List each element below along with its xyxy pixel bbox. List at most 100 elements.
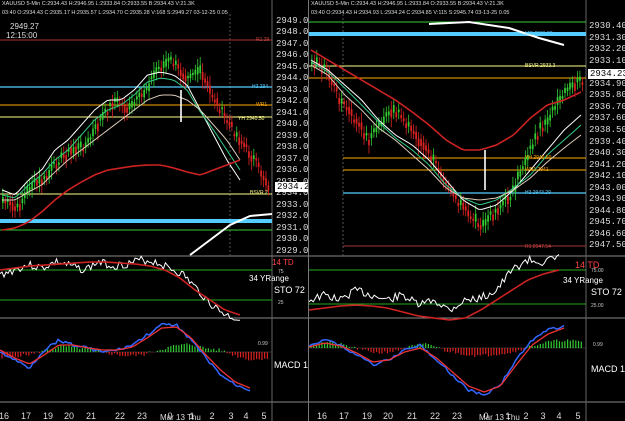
candle-body [340, 98, 343, 104]
candle-body [529, 145, 532, 149]
right-price-tick: 2933.10 [589, 56, 625, 66]
left-price-tick: 2933.0 [276, 200, 308, 210]
left-price-tick: 2929.0 [276, 246, 308, 256]
candle-body [150, 76, 153, 80]
right-level-r1: R1 2947.54 [525, 244, 551, 250]
right-price-tick: 2930.40 [589, 21, 625, 31]
candle-body [218, 109, 221, 114]
candle-body [72, 146, 75, 154]
candle-body [338, 97, 341, 105]
candle-body [262, 175, 265, 180]
candle-body [65, 155, 68, 162]
candle-body [422, 142, 425, 150]
right-price-tick: 2935.80 [589, 90, 625, 100]
candle-body [400, 114, 403, 119]
candle-body [233, 134, 236, 137]
candle-body [257, 162, 260, 167]
candle-body [343, 101, 346, 105]
right-price-tick: 2940.30 [589, 148, 625, 158]
candle-body [335, 87, 338, 92]
left-chart-panel[interactable]: XAUUSD 5-Min C:2934.43 H:2946.95 L:2933.… [0, 0, 308, 421]
candle-body [21, 198, 24, 204]
candle-body [145, 87, 148, 91]
candle-body [184, 75, 187, 82]
candle-body [420, 139, 422, 146]
candle-body [375, 127, 378, 133]
candle-body [235, 132, 238, 137]
candle-body [157, 66, 160, 70]
right-yrange-label: 34 YRange [563, 276, 603, 285]
candle-body [397, 109, 400, 113]
candle-body [245, 144, 248, 147]
right-x-label: 4 [556, 411, 562, 421]
candle-body [405, 123, 408, 129]
candle-body [467, 210, 470, 217]
candle-body [243, 142, 245, 148]
candle-body [48, 170, 50, 178]
candle-body [348, 106, 350, 115]
right-level-wr1: WR1 2941 [525, 167, 549, 173]
candle-body [494, 208, 497, 213]
left-yrange-label: 34 YRange [249, 274, 289, 283]
right-price-tick: 2942.10 [589, 171, 625, 181]
candle-body [561, 95, 564, 99]
candle-body [9, 201, 12, 206]
left-level-yh: YH 2940.50 [238, 116, 265, 122]
left-price-tick: 2945.0 [276, 62, 308, 72]
candle-body [92, 128, 94, 137]
candle-body [487, 215, 489, 222]
candle-body [31, 182, 33, 190]
candle-body [546, 117, 549, 125]
candle-body [43, 175, 46, 180]
left-time-readout: 12:15:00 [6, 31, 38, 40]
candle-body [79, 141, 82, 148]
left-macd-label: MACD 1 [274, 360, 308, 370]
candle-body [472, 218, 475, 221]
candle-body [87, 138, 89, 143]
left-x-label: 20 [63, 411, 74, 421]
candle-body [201, 72, 204, 80]
candle-body [14, 206, 16, 212]
candle-body [36, 179, 38, 186]
candle-body [492, 214, 494, 221]
candle-body [571, 82, 574, 88]
left-level-wr1: WR1 [256, 102, 268, 108]
candle-body [469, 216, 472, 219]
left-level-r1: R1 29 [256, 37, 270, 43]
right-macd-zero: 0.99 [593, 342, 603, 348]
right-chart-panel[interactable]: XAUUSD 5-Min C:2934.43 H:2946.95 L:2933.… [308, 0, 625, 421]
right-sto-25: 25.00 [591, 303, 604, 309]
left-x-label: 23 [136, 411, 147, 421]
candle-body [216, 98, 219, 105]
left-sto-25: 25 [278, 300, 284, 306]
left-x-label: 16 [0, 411, 9, 421]
candle-body [390, 109, 393, 118]
candle-body [123, 105, 126, 113]
candle-body [223, 112, 226, 118]
left-x-label: 2 [209, 411, 215, 421]
candle-body [194, 70, 197, 75]
candle-body [16, 203, 19, 208]
right-price-tick: 2943.90 [589, 194, 625, 204]
right-price-tick: 2941.20 [589, 160, 625, 170]
candle-body [581, 82, 584, 85]
candle-body [50, 164, 53, 171]
right-price-tick: 2936.70 [589, 102, 625, 112]
candle-body [133, 102, 136, 105]
left-date-label: Mar 13 Thu [160, 413, 201, 421]
left-price-readout: 2949.27 [10, 22, 39, 31]
candle-body [136, 96, 138, 100]
left-price-tick: 2948.0 [276, 27, 308, 37]
left-x-label: 4 [243, 411, 249, 421]
right-chart-canvas[interactable] [309, 0, 625, 421]
candle-body [502, 200, 504, 206]
candle-body [131, 100, 133, 108]
candle-body [462, 202, 465, 210]
candle-body [170, 56, 172, 60]
candle-body [265, 178, 267, 186]
candle-body [315, 57, 318, 63]
candle-body [77, 143, 80, 150]
left-chart-canvas[interactable] [0, 0, 308, 421]
candle-body [412, 130, 415, 135]
left-td-label: 14 TD [272, 258, 294, 267]
